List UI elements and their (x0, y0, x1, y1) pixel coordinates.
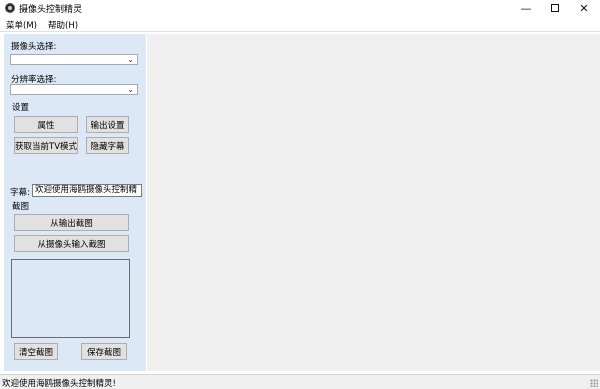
menu-item-help[interactable]: 帮助(H) (48, 19, 78, 31)
maximize-button[interactable] (541, 0, 569, 16)
screenshot-preview (11, 259, 130, 338)
camera-select-label: 摄像头选择: (11, 42, 57, 52)
capture-from-camera-button[interactable]: 从摄像头输入截图 (14, 235, 129, 252)
chevron-down-icon: ⌄ (127, 85, 134, 94)
minimize-button[interactable]: — (512, 0, 540, 16)
screenshot-label: 截图 (12, 202, 30, 212)
close-button[interactable]: ✕ (570, 0, 598, 16)
camera-app-icon (5, 3, 15, 13)
get-tv-mode-button[interactable]: 获取当前TV模式 (14, 137, 78, 154)
properties-button[interactable]: 属性 (14, 116, 78, 133)
video-output-area[interactable] (147, 34, 600, 371)
hide-caption-button[interactable]: 隐藏字幕 (86, 137, 129, 154)
control-panel: 摄像头选择: ⌄ 分辨率选择: ⌄ 设置 属性 输出设置 获取当前TV模式 隐藏… (4, 34, 146, 371)
save-screenshot-button[interactable]: 保存截图 (81, 343, 127, 360)
window-title: 摄像头控制精灵 (19, 5, 83, 15)
caption-input[interactable]: 欢迎使用海鸥摄像头控制精 (32, 184, 142, 197)
status-text: 欢迎使用海鸥摄像头控制精灵! (2, 379, 116, 389)
output-settings-button[interactable]: 输出设置 (86, 116, 129, 133)
close-icon: ✕ (579, 1, 589, 15)
clear-screenshot-button[interactable]: 清空截图 (14, 343, 58, 360)
title-bar: 摄像头控制精灵 — ✕ (0, 0, 600, 16)
maximize-icon (551, 4, 559, 12)
chevron-down-icon: ⌄ (127, 55, 134, 64)
resize-grip-icon[interactable] (590, 379, 598, 387)
settings-label: 设置 (12, 103, 30, 113)
caption-label: 字幕: (10, 188, 30, 198)
menu-bar: 菜单(M) 帮助(H) (0, 16, 600, 32)
status-bar: 欢迎使用海鸥摄像头控制精灵! (0, 374, 600, 389)
camera-select[interactable]: ⌄ (10, 54, 138, 65)
capture-from-output-button[interactable]: 从输出截图 (14, 214, 129, 231)
resolution-select[interactable]: ⌄ (10, 84, 138, 95)
menu-item-menu[interactable]: 菜单(M) (6, 19, 37, 31)
minimize-icon: — (520, 1, 532, 15)
